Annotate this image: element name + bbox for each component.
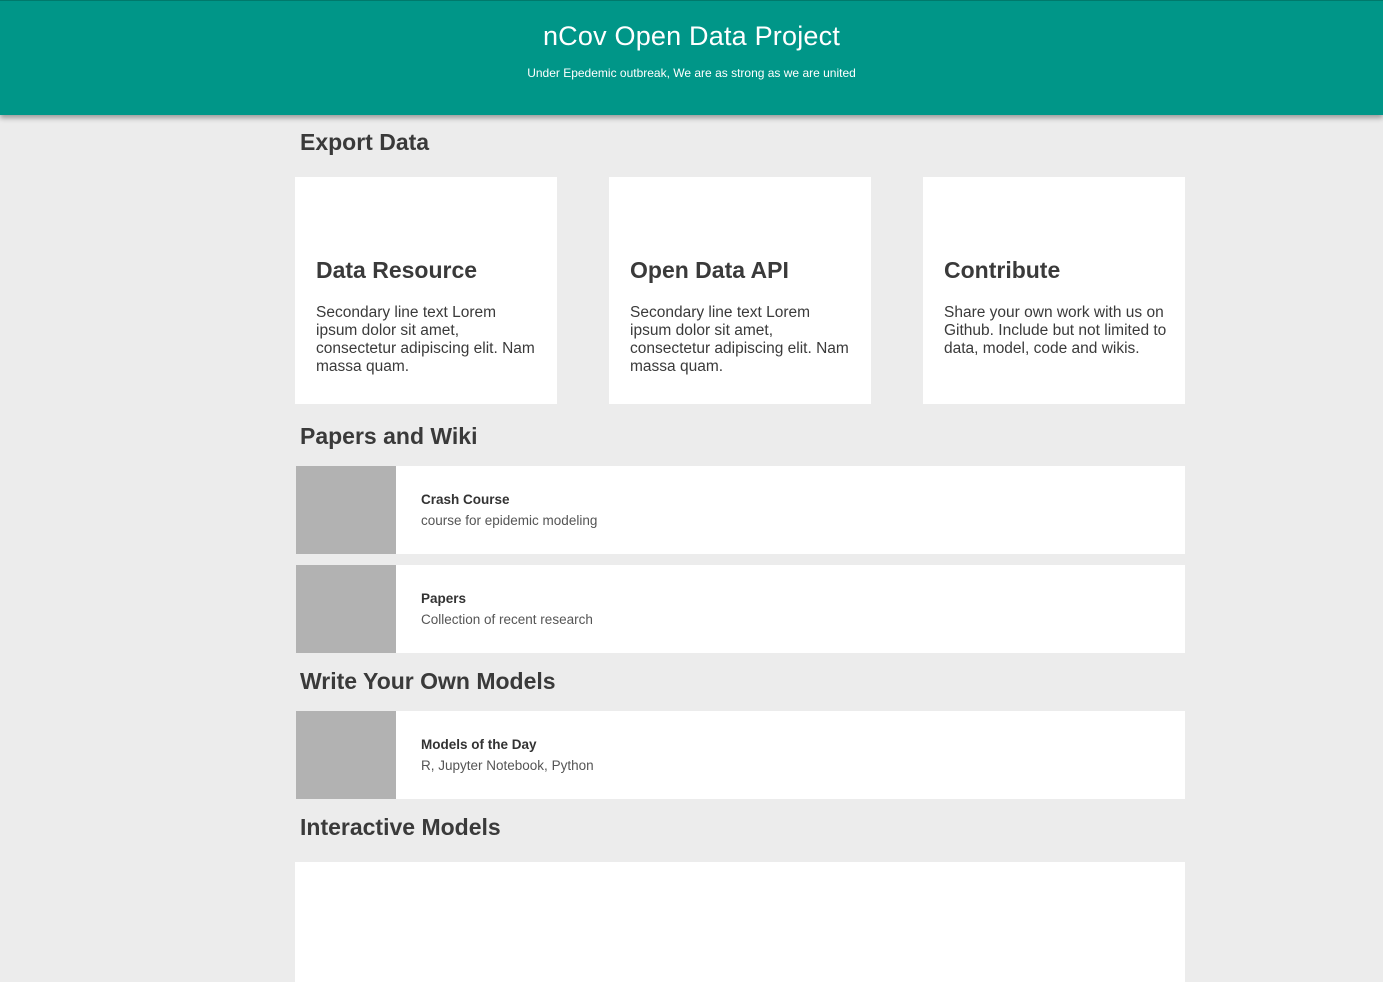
card-text: Share your own work with us on Github. I… <box>944 304 1167 357</box>
card-text: Secondary line text Lorem ipsum dolor si… <box>630 304 849 375</box>
thumbnail-image <box>296 565 396 653</box>
list-item-crash-course[interactable]: Crash Course course for epidemic modelin… <box>296 466 1185 554</box>
thumbnail-image <box>296 466 396 554</box>
list-item-models-of-the-day[interactable]: Models of the Day R, Jupyter Notebook, P… <box>296 711 1185 799</box>
page-header: nCov Open Data Project Under Epedemic ou… <box>0 0 1383 115</box>
section-title-write-your-own-models: Write Your Own Models <box>300 668 556 694</box>
list-item-title: Papers <box>421 591 467 606</box>
card-title: Contribute <box>944 257 1061 283</box>
list-item-description: course for epidemic modeling <box>421 513 598 528</box>
list-item-description: R, Jupyter Notebook, Python <box>421 758 594 773</box>
card-contribute[interactable]: Contribute Share your own work with us o… <box>923 177 1185 404</box>
card-title: Open Data API <box>630 257 789 283</box>
card-text: Secondary line text Lorem ipsum dolor si… <box>316 304 535 375</box>
list-item-description: Collection of recent research <box>421 612 593 627</box>
list-item-papers[interactable]: Papers Collection of recent research <box>296 565 1185 653</box>
site-title: nCov Open Data Project <box>542 21 841 51</box>
section-title-interactive-models: Interactive Models <box>300 814 501 840</box>
card-open-data-api[interactable]: Open Data API Secondary line text Lorem … <box>609 177 871 404</box>
list-item-title: Crash Course <box>421 492 510 507</box>
card-data-resource[interactable]: Data Resource Secondary line text Lorem … <box>295 177 557 404</box>
thumbnail-image <box>296 711 396 799</box>
section-title-export-data: Export Data <box>300 129 430 155</box>
list-item-title: Models of the Day <box>421 737 537 752</box>
interactive-models-panel <box>295 862 1185 982</box>
site-subtitle: Under Epedemic outbreak, We are as stron… <box>527 66 856 80</box>
section-title-papers-and-wiki: Papers and Wiki <box>300 423 478 449</box>
card-title: Data Resource <box>316 257 478 283</box>
